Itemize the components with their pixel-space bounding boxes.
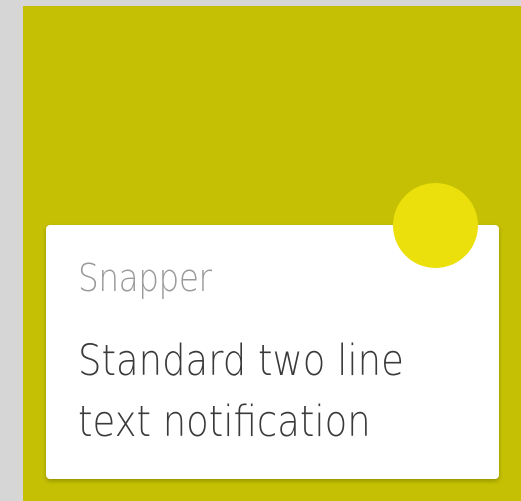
notification-app-name: Snapper (78, 256, 212, 300)
notification-body-line-1: Standard two line (78, 336, 404, 386)
notification-body-line-2: text notification (78, 397, 371, 447)
notification-body: Standard two line text notification (78, 331, 404, 453)
app-icon (393, 183, 478, 268)
